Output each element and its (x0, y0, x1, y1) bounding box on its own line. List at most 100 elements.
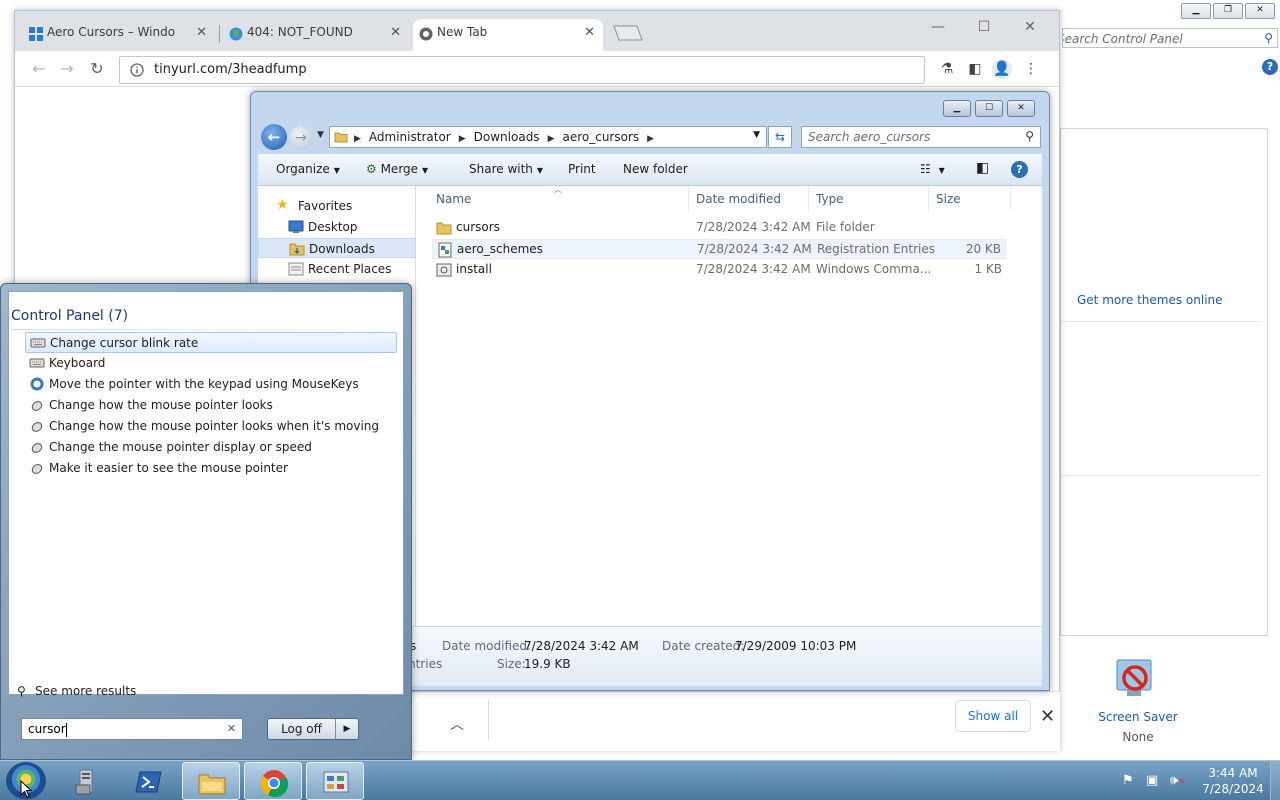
share-with-button[interactable]: Share with ▼ (469, 162, 543, 176)
column-separator[interactable] (808, 186, 809, 210)
tab-title: New Tab (437, 25, 488, 39)
taskbar-chrome[interactable] (244, 762, 302, 800)
results-section-title[interactable]: Control Panel (7) (11, 308, 128, 324)
file-type: Windows Comma... (816, 262, 932, 276)
sidebar-item-desktop[interactable]: Desktop (258, 217, 416, 237)
close-tab-icon[interactable]: ✕ (196, 25, 207, 40)
action-center-flag-icon[interactable]: ⚑ (1122, 773, 1134, 788)
minimize-button[interactable]: — (915, 15, 961, 39)
breadcrumb-arrow-icon[interactable]: ▶ (647, 134, 654, 144)
column-separator[interactable] (1010, 186, 1011, 210)
breadcrumb-downloads[interactable]: Downloads (474, 130, 540, 144)
explorer-address-bar[interactable]: ▶ Administrator ▶ Downloads ▶ aero_cursors ▶ ▼ (329, 126, 767, 148)
more-menu-icon[interactable]: ⋮ (1021, 59, 1041, 79)
breadcrumb-arrow-icon[interactable]: ▶ (548, 134, 555, 144)
result-mouse-pointer-speed[interactable]: Change the mouse pointer display or spee… (25, 437, 397, 458)
address-bar[interactable]: tinyurl.com/3headfump (119, 56, 925, 84)
chevron-up-icon[interactable]: ︿ (450, 714, 464, 734)
chrome-icon (419, 27, 433, 41)
result-mouse-pointer-looks[interactable]: Change how the mouse pointer looks (25, 395, 397, 416)
column-header-type[interactable]: Type (816, 192, 844, 206)
result-mouse-pointer-moving[interactable]: Change how the mouse pointer looks when … (25, 416, 397, 437)
back-arrow-icon[interactable]: ← (261, 124, 287, 150)
explorer-maximize-button[interactable]: ☐ (975, 100, 1003, 117)
taskbar-server-manager[interactable] (58, 762, 116, 800)
preview-pane-icon[interactable]: ◧ (976, 160, 989, 176)
result-keyboard[interactable]: Keyboard (25, 353, 397, 374)
system-clock[interactable]: 3:44 AM 7/28/2024 (1198, 765, 1268, 797)
network-icon[interactable]: ▣ (1146, 773, 1158, 788)
close-shelf-icon[interactable]: ✕ (1040, 706, 1055, 727)
file-row[interactable]: aero_schemes 7/28/2024 3:42 AM Registrat… (432, 239, 1006, 259)
forward-arrow-icon[interactable]: → (57, 59, 77, 79)
show-all-downloads-button[interactable]: Show all (955, 700, 1031, 732)
result-easier-mouse-pointer[interactable]: Make it easier to see the mouse pointer (25, 458, 397, 479)
control-panel-search-input[interactable]: Search Control Panel ⚲ (1062, 28, 1278, 48)
breadcrumb-arrow-icon[interactable]: ▶ (459, 134, 466, 144)
column-header-size[interactable]: Size (936, 192, 961, 206)
tab-404-not-found[interactable]: 404: NOT_FOUND ✕ (223, 19, 409, 51)
explorer-search-input[interactable]: Search aero_cursors ⚲ (801, 126, 1041, 148)
tab-new-tab[interactable]: New Tab ✕ (413, 19, 603, 51)
file-row[interactable]: cursors 7/28/2024 3:42 AM File folder (432, 218, 1006, 238)
screen-saver-link[interactable]: Screen Saver (1090, 710, 1186, 724)
search-icon[interactable]: ⚲ (1025, 129, 1034, 143)
organize-button[interactable]: Organize ▼ (276, 162, 340, 176)
taskbar-windows-explorer[interactable] (182, 762, 240, 800)
column-header-name[interactable]: Name (436, 192, 471, 206)
close-tab-icon[interactable]: ✕ (584, 25, 595, 40)
close-button[interactable]: ✕ (1007, 15, 1053, 39)
reload-icon[interactable]: ↻ (87, 59, 107, 79)
screen-saver-icon[interactable] (1113, 656, 1159, 702)
side-panel-icon[interactable]: ◧ (965, 59, 985, 79)
sidebar-item-recent-places[interactable]: Recent Places (258, 259, 416, 279)
back-arrow-icon[interactable]: ← (29, 59, 49, 79)
search-icon[interactable]: ⚲ (1264, 31, 1273, 45)
volume-muted-icon[interactable]: 🕪✕ (1170, 773, 1186, 788)
file-row[interactable]: install 7/28/2024 3:42 AM Windows Comma.… (432, 260, 1006, 280)
clear-search-icon[interactable]: ✕ (227, 722, 236, 735)
file-size: 20 KB (965, 242, 1001, 256)
maximize-button[interactable]: ☐ (961, 15, 1007, 39)
breadcrumb-arrow-icon[interactable]: ▶ (354, 134, 361, 144)
close-tab-icon[interactable]: ✕ (390, 25, 401, 40)
folder-icon (436, 220, 452, 236)
result-mousekeys[interactable]: Move the pointer with the keypad using M… (25, 374, 397, 395)
cp-close-button[interactable]: ✕ (1245, 3, 1275, 19)
new-tab-button[interactable] (613, 25, 643, 41)
get-more-themes-link[interactable]: Get more themes online (1077, 293, 1223, 307)
shutdown-options-arrow-icon[interactable]: ▶ (336, 719, 358, 739)
new-folder-button[interactable]: New folder (623, 162, 688, 176)
explorer-close-button[interactable]: ✕ (1007, 100, 1035, 117)
view-options-icon[interactable]: ☷ ▼ (920, 162, 945, 176)
help-icon[interactable]: ? (1011, 161, 1028, 178)
column-separator[interactable] (688, 186, 689, 210)
help-icon[interactable]: ? (1262, 59, 1278, 75)
result-change-cursor-blink-rate[interactable]: Change cursor blink rate (25, 332, 397, 353)
profile-avatar-icon[interactable]: 👤 (992, 59, 1012, 79)
merge-button[interactable]: ⚙ Merge ▼ (366, 162, 428, 176)
address-dropdown-icon[interactable]: ▼ (753, 130, 760, 140)
print-button[interactable]: Print (568, 162, 596, 176)
taskbar-powershell[interactable] (120, 762, 178, 800)
labs-flask-icon[interactable]: ⚗ (937, 59, 957, 79)
taskbar-control-panel[interactable] (306, 762, 364, 800)
cp-restore-button[interactable]: ❐ (1213, 3, 1243, 19)
cp-minimize-button[interactable]: ▁ (1181, 3, 1211, 19)
explorer-minimize-button[interactable]: ▁ (943, 100, 971, 117)
sidebar-item-downloads[interactable]: Downloads (258, 238, 416, 258)
tab-aero-cursors[interactable]: Aero Cursors – Windo ✕ (23, 19, 215, 51)
start-search-input[interactable]: cursor ✕ (21, 718, 243, 740)
refresh-icon[interactable]: ⇆ (768, 126, 792, 148)
log-off-button[interactable]: Log off ▶ (267, 718, 359, 740)
breadcrumb-administrator[interactable]: Administrator (369, 130, 451, 144)
show-desktop-button[interactable] (1270, 761, 1280, 800)
see-more-results-link[interactable]: ⚲ See more results (17, 684, 136, 698)
column-header-date-modified[interactable]: Date modified (696, 192, 781, 206)
recent-pages-dropdown-icon[interactable]: ▼ (317, 130, 324, 140)
forward-arrow-icon[interactable]: → (289, 126, 313, 150)
sidebar-item-favorites[interactable]: ★ Favorites (258, 196, 416, 216)
column-separator[interactable] (928, 186, 929, 210)
log-off-label[interactable]: Log off (268, 719, 336, 739)
breadcrumb-aero-cursors[interactable]: aero_cursors (562, 130, 639, 144)
